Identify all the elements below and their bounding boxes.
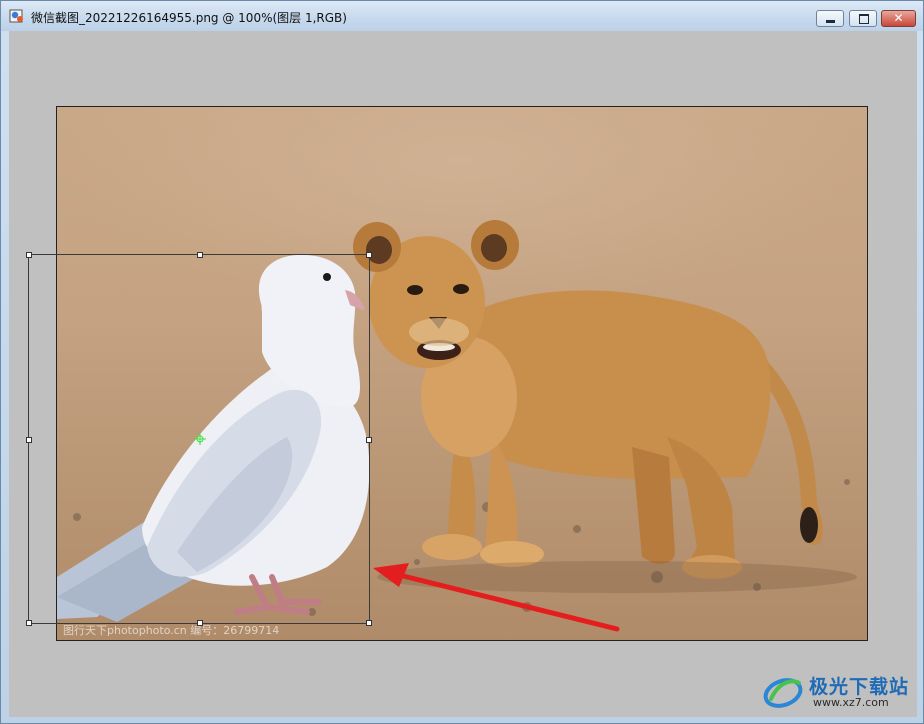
lion-cub bbox=[353, 220, 857, 593]
minimize-button[interactable] bbox=[816, 10, 844, 27]
brand-name: 极光下载站 bbox=[809, 676, 910, 698]
close-button[interactable]: ✕ bbox=[881, 10, 916, 27]
document-canvas-area[interactable]: 图行天下photophoto.cn 编号：26799714 bbox=[9, 31, 917, 717]
close-icon: ✕ bbox=[893, 11, 904, 25]
site-logo: 极光下载站 www.xz7.com bbox=[761, 669, 919, 713]
transform-handle-bottom-left[interactable] bbox=[26, 620, 32, 626]
transform-handle-top-left[interactable] bbox=[26, 252, 32, 258]
white-pigeon bbox=[57, 254, 370, 622]
transform-handle-middle-left[interactable] bbox=[26, 437, 32, 443]
photoshop-document-icon bbox=[9, 9, 23, 23]
window-title: 微信截图_20221226164955.png @ 100%(图层 1,RGB) bbox=[31, 11, 347, 25]
document-window: 微信截图_20221226164955.png @ 100%(图层 1,RGB)… bbox=[0, 0, 924, 724]
maximize-button[interactable] bbox=[849, 10, 877, 27]
scene-artwork bbox=[57, 220, 857, 632]
title-bar[interactable]: 微信截图_20221226164955.png @ 100%(图层 1,RGB)… bbox=[1, 1, 923, 31]
aurora-logo-icon bbox=[763, 678, 803, 708]
brand-url: www.xz7.com bbox=[813, 696, 889, 709]
image-watermark: 图行天下photophoto.cn 编号：26799714 bbox=[63, 624, 280, 637]
image-canvas[interactable]: 图行天下photophoto.cn 编号：26799714 bbox=[56, 106, 868, 641]
